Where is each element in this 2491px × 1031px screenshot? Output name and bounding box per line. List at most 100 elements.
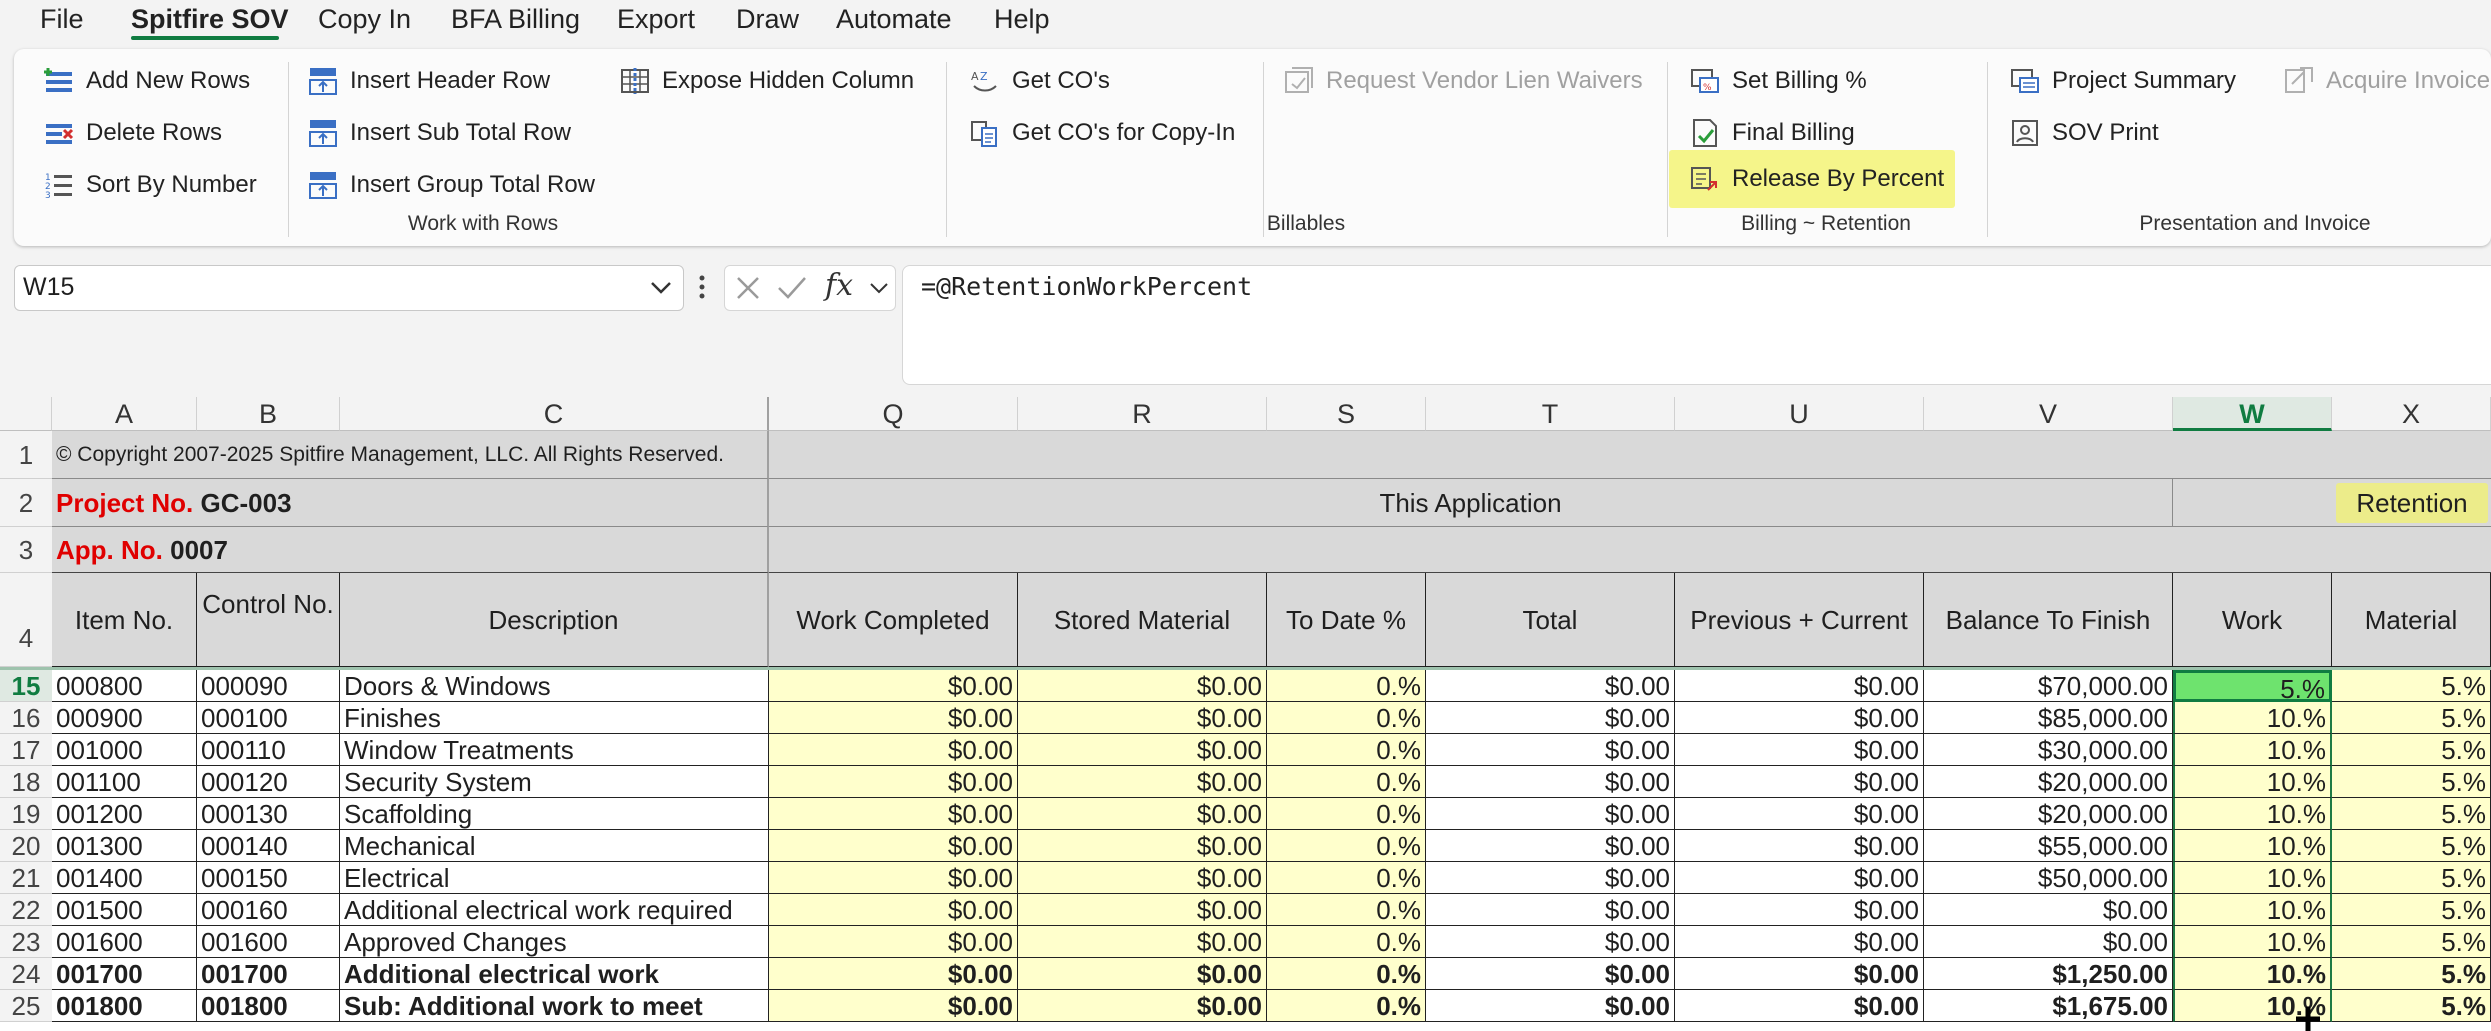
stored-material-cell[interactable]: $0.00 [1018, 798, 1267, 830]
previous-current-cell[interactable]: $0.00 [1675, 798, 1924, 830]
work-completed-cell[interactable]: $0.00 [769, 670, 1018, 702]
to-date-pct-cell[interactable]: 0.% [1267, 830, 1426, 862]
formula-input[interactable]: =@RetentionWorkPercent [902, 265, 2491, 385]
column-header-w[interactable]: W [2173, 397, 2332, 431]
retention-material-cell[interactable]: 5.% [2332, 926, 2491, 958]
row-header[interactable]: 21 [0, 862, 52, 894]
item-no-cell[interactable]: 001500 [52, 894, 197, 926]
row-header[interactable]: 3 [0, 527, 52, 573]
header-retention-work[interactable]: Work [2173, 573, 2332, 667]
menu-copy-in[interactable]: Copy In [318, 4, 411, 35]
to-date-pct-cell[interactable]: 0.% [1267, 702, 1426, 734]
menu-help[interactable]: Help [994, 4, 1050, 35]
row-header[interactable]: 18 [0, 766, 52, 798]
menu-draw[interactable]: Draw [736, 4, 799, 35]
total-cell[interactable]: $0.00 [1426, 670, 1675, 702]
work-completed-cell[interactable]: $0.00 [769, 702, 1018, 734]
column-header-c[interactable]: C [340, 397, 769, 431]
row-header[interactable]: 16 [0, 702, 52, 734]
chevron-down-icon[interactable] [649, 280, 673, 296]
retention-material-cell[interactable]: 5.% [2332, 862, 2491, 894]
previous-current-cell[interactable]: $0.00 [1675, 670, 1924, 702]
work-completed-cell[interactable]: $0.00 [769, 734, 1018, 766]
stored-material-cell[interactable]: $0.00 [1018, 670, 1267, 702]
item-no-cell[interactable]: 001200 [52, 798, 197, 830]
item-no-cell[interactable]: 000800 [52, 670, 197, 702]
to-date-pct-cell[interactable]: 0.% [1267, 766, 1426, 798]
previous-current-cell[interactable]: $0.00 [1675, 830, 1924, 862]
balance-to-finish-cell[interactable]: $1,250.00 [1924, 958, 2173, 990]
get-cos-copy-in-button[interactable]: Get CO's for Copy-In [970, 113, 1235, 153]
sov-print-button[interactable]: SOV Print [2010, 113, 2159, 153]
work-completed-cell[interactable]: $0.00 [769, 830, 1018, 862]
retention-material-cell[interactable]: 5.% [2332, 734, 2491, 766]
retention-work-cell[interactable]: 10.% [2173, 734, 2332, 766]
description-cell[interactable]: Window Treatments [340, 734, 769, 766]
work-completed-cell[interactable]: $0.00 [769, 766, 1018, 798]
total-cell[interactable]: $0.00 [1426, 862, 1675, 894]
row-header[interactable]: 4 [0, 573, 52, 667]
retention-material-cell[interactable]: 5.% [2332, 766, 2491, 798]
item-no-cell[interactable]: 001300 [52, 830, 197, 862]
header-retention-material[interactable]: Material [2332, 573, 2491, 667]
this-application-cell[interactable]: This Application [769, 479, 2173, 527]
row-header[interactable]: 24 [0, 958, 52, 990]
previous-current-cell[interactable]: $0.00 [1675, 766, 1924, 798]
description-cell[interactable]: Doors & Windows [340, 670, 769, 702]
to-date-pct-cell[interactable]: 0.% [1267, 734, 1426, 766]
stored-material-cell[interactable]: $0.00 [1018, 958, 1267, 990]
select-all-corner[interactable] [0, 397, 52, 431]
row-header[interactable]: 19 [0, 798, 52, 830]
item-no-cell[interactable]: 001800 [52, 990, 197, 1022]
header-control-no[interactable]: Control No. [197, 573, 340, 667]
total-cell[interactable]: $0.00 [1426, 990, 1675, 1022]
set-billing-pct-button[interactable]: % Set Billing % [1690, 61, 1867, 101]
work-completed-cell[interactable]: $0.00 [769, 990, 1018, 1022]
retention-work-cell[interactable]: 10.% [2173, 862, 2332, 894]
balance-to-finish-cell[interactable]: $70,000.00 [1924, 670, 2173, 702]
total-cell[interactable]: $0.00 [1426, 798, 1675, 830]
project-number-cell[interactable]: Project No. GC-003 [52, 479, 769, 527]
header-blank-row1[interactable] [769, 431, 2491, 479]
retention-material-cell[interactable]: 5.% [2332, 670, 2491, 702]
menu-spitfire-sov[interactable]: Spitfire SOV [131, 4, 289, 35]
retention-work-cell[interactable]: 10.% [2173, 926, 2332, 958]
chevron-down-icon[interactable] [869, 282, 889, 296]
stored-material-cell[interactable]: $0.00 [1018, 926, 1267, 958]
row-header[interactable]: 25 [0, 990, 52, 1022]
insert-header-row-button[interactable]: Insert Header Row [308, 61, 550, 101]
control-no-cell[interactable]: 000090 [197, 670, 340, 702]
stored-material-cell[interactable]: $0.00 [1018, 830, 1267, 862]
retention-work-cell[interactable]: 10.% [2173, 702, 2332, 734]
menu-automate[interactable]: Automate [836, 4, 952, 35]
to-date-pct-cell[interactable]: 0.% [1267, 862, 1426, 894]
stored-material-cell[interactable]: $0.00 [1018, 862, 1267, 894]
description-cell[interactable]: Security System [340, 766, 769, 798]
retention-work-cell[interactable]: 10.% [2173, 766, 2332, 798]
control-no-cell[interactable]: 000150 [197, 862, 340, 894]
row-header[interactable]: 1 [0, 431, 52, 479]
retention-work-cell[interactable]: 5.% [2173, 670, 2332, 702]
description-cell[interactable]: Scaffolding [340, 798, 769, 830]
header-item-no[interactable]: Item No. [52, 573, 197, 667]
total-cell[interactable]: $0.00 [1426, 702, 1675, 734]
header-blank-row3[interactable] [769, 527, 2491, 573]
to-date-pct-cell[interactable]: 0.% [1267, 926, 1426, 958]
previous-current-cell[interactable]: $0.00 [1675, 702, 1924, 734]
balance-to-finish-cell[interactable]: $20,000.00 [1924, 798, 2173, 830]
retention-work-cell[interactable]: 10.% [2173, 830, 2332, 862]
description-cell[interactable]: Mechanical [340, 830, 769, 862]
item-no-cell[interactable]: 001600 [52, 926, 197, 958]
row-header[interactable]: 23 [0, 926, 52, 958]
column-header-u[interactable]: U [1675, 397, 1924, 431]
balance-to-finish-cell[interactable]: $1,675.00 [1924, 990, 2173, 1022]
control-no-cell[interactable]: 001600 [197, 926, 340, 958]
retention-material-cell[interactable]: 5.% [2332, 830, 2491, 862]
control-no-cell[interactable]: 001800 [197, 990, 340, 1022]
total-cell[interactable]: $0.00 [1426, 894, 1675, 926]
item-no-cell[interactable]: 001100 [52, 766, 197, 798]
balance-to-finish-cell[interactable]: $85,000.00 [1924, 702, 2173, 734]
to-date-pct-cell[interactable]: 0.% [1267, 990, 1426, 1022]
header-previous-current[interactable]: Previous + Current [1675, 573, 1924, 667]
retention-work-cell[interactable]: 10.% [2173, 798, 2332, 830]
